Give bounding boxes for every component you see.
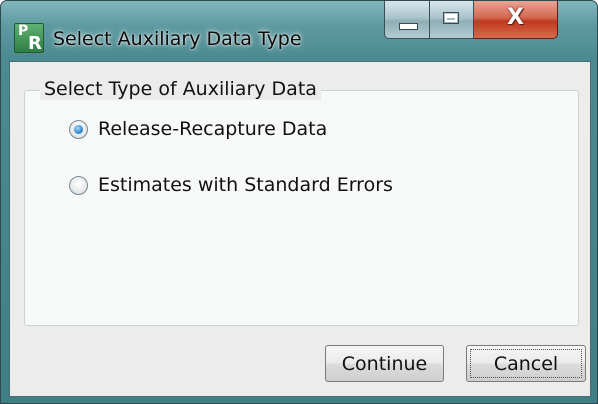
maximize-icon	[443, 12, 459, 24]
option-release-recapture[interactable]: Release-Recapture Data	[69, 115, 327, 143]
dialog-client-area: Release-Recapture Data Estimates with St…	[9, 61, 591, 397]
radio-release-recapture[interactable]	[69, 119, 88, 139]
caption-buttons: X	[384, 1, 558, 41]
pr-app-icon[interactable]: P R	[14, 23, 44, 54]
minimize-icon	[399, 23, 418, 30]
continue-button[interactable]: Continue	[325, 345, 444, 382]
window-title: Select Auxiliary Data Type	[53, 28, 302, 50]
radio-label-estimates-standard-errors: Estimates with Standard Errors	[98, 174, 393, 196]
auxiliary-type-groupbox: Release-Recapture Data Estimates with St…	[24, 90, 579, 326]
continue-button-label: Continue	[341, 352, 428, 375]
app-icon-letter-p: P	[18, 23, 29, 39]
cancel-button[interactable]: Cancel	[466, 345, 586, 382]
maximize-button[interactable]	[430, 1, 474, 39]
app-icon-letter-r: R	[28, 33, 42, 54]
cancel-button-label: Cancel	[493, 352, 559, 375]
title-bar[interactable]: P R Select Auxiliary Data Type X	[1, 1, 597, 61]
option-estimates-standard-errors[interactable]: Estimates with Standard Errors	[69, 171, 393, 199]
minimize-button[interactable]	[384, 1, 430, 39]
radio-label-release-recapture: Release-Recapture Data	[98, 118, 328, 140]
groupbox-legend: Select Type of Auxiliary Data	[40, 78, 321, 100]
radio-estimates-standard-errors[interactable]	[69, 175, 88, 195]
close-button[interactable]: X	[474, 1, 558, 39]
dialog-window: P R Select Auxiliary Data Type X Release…	[0, 0, 598, 404]
close-icon: X	[507, 5, 524, 30]
